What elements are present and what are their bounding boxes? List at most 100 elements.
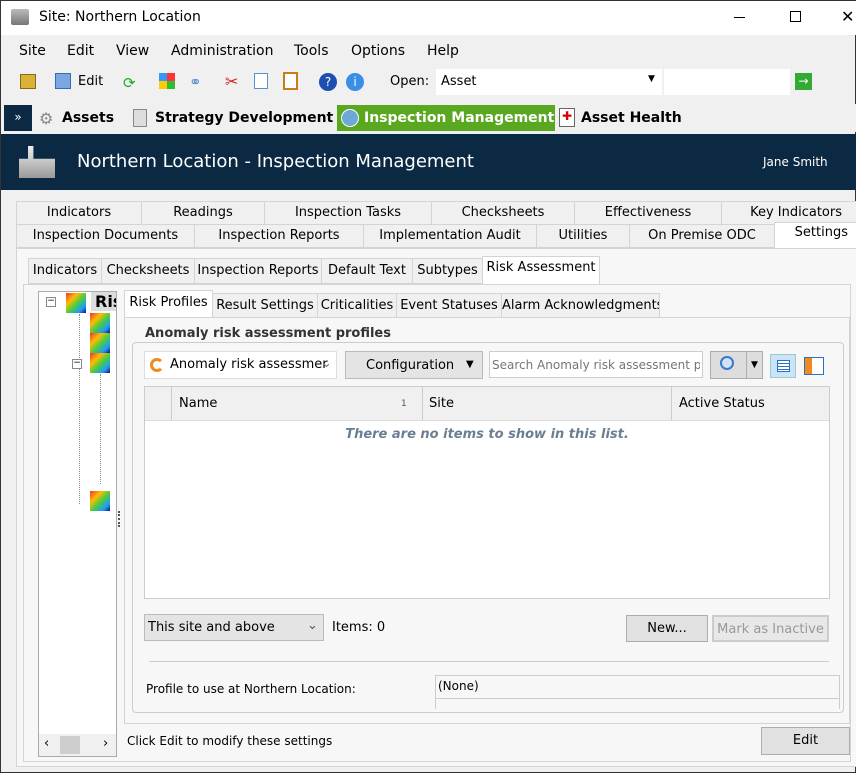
scroll-left-icon[interactable]: ‹: [44, 736, 49, 751]
tab-event-statuses[interactable]: Event Statuses: [396, 293, 502, 318]
mark-inactive-button[interactable]: Mark as Inactive: [712, 615, 829, 642]
scroll-thumb[interactable]: [60, 736, 80, 754]
tab-inspection-documents[interactable]: Inspection Documents: [16, 224, 195, 248]
tab-result-settings[interactable]: Result Settings: [212, 293, 318, 318]
profile-type-select[interactable]: Anomaly risk assessmer ⌄: [144, 351, 337, 379]
tab-risk-profiles[interactable]: Risk Profiles: [124, 290, 213, 318]
module-assets[interactable]: Assets: [62, 110, 114, 126]
paste-icon[interactable]: [283, 72, 298, 90]
detail-view-icon[interactable]: [804, 357, 824, 375]
status-text: Click Edit to modify these settings: [127, 734, 333, 748]
column-name[interactable]: Name: [179, 396, 217, 411]
tree-node-icon[interactable]: [90, 313, 110, 333]
menu-view[interactable]: View: [116, 43, 149, 59]
subtab-checksheets[interactable]: Checksheets: [101, 258, 195, 284]
cut-icon[interactable]: ✂: [225, 72, 238, 91]
column-active-status[interactable]: Active Status: [679, 396, 765, 411]
tab-implementation-audit[interactable]: Implementation Audit: [363, 224, 537, 248]
tab-criticalities[interactable]: Criticalities: [317, 293, 397, 318]
go-arrow-icon[interactable]: →: [795, 73, 812, 90]
module-inspection-management[interactable]: Inspection Management: [337, 105, 555, 131]
group-title: Anomaly risk assessment profiles: [142, 326, 394, 341]
scope-select[interactable]: This site and above ⌄: [144, 614, 324, 641]
subtab-inspection-reports[interactable]: Inspection Reports: [194, 258, 322, 284]
gears-icon: ⚙: [39, 109, 54, 128]
chevron-down-icon: ⌄: [321, 356, 332, 371]
subtab-indicators[interactable]: Indicators: [28, 258, 102, 284]
tree-lines: [79, 314, 80, 504]
tab-settings[interactable]: Settings: [774, 222, 856, 249]
help-icon[interactable]: ?: [319, 73, 337, 91]
link-icon[interactable]: ⚭: [189, 73, 202, 91]
row-selector-header: [171, 387, 172, 421]
risk-profile-icon: [150, 358, 164, 372]
tab-effectiveness[interactable]: Effectiveness: [574, 201, 722, 225]
tree-node-icon[interactable]: [90, 353, 110, 373]
separator: [149, 661, 829, 662]
tab-inspection-reports[interactable]: Inspection Reports: [194, 224, 364, 248]
tab-on-premise-odc[interactable]: On Premise ODC: [629, 224, 775, 248]
edit-icon[interactable]: [55, 73, 71, 89]
collapse-icon[interactable]: −: [46, 297, 56, 307]
menu-administration[interactable]: Administration: [171, 43, 273, 59]
tree-root[interactable]: Ris: [91, 292, 116, 311]
tab-utilities[interactable]: Utilities: [536, 224, 630, 248]
windows-icon[interactable]: [159, 73, 175, 89]
subtab-subtypes[interactable]: Subtypes: [412, 258, 483, 284]
open-folder-icon[interactable]: [20, 74, 36, 89]
menu-bar: Site Edit View Administration Tools Opti…: [1, 39, 856, 63]
maximize-button[interactable]: [790, 11, 801, 22]
expand-chevron-icon[interactable]: »: [4, 105, 32, 131]
column-divider: [422, 387, 423, 421]
tree-node-icon[interactable]: [90, 491, 110, 511]
factory-icon: [19, 146, 55, 178]
tree-node-icon[interactable]: [90, 333, 110, 353]
close-button[interactable]: ✕: [841, 7, 854, 26]
search-options-button[interactable]: ▼: [746, 351, 763, 379]
dropdown-arrow-icon: ▼: [466, 359, 474, 370]
edit-button[interactable]: Edit: [78, 74, 103, 89]
menu-help[interactable]: Help: [427, 43, 459, 59]
configuration-label: Configuration: [366, 358, 455, 373]
tree-lines: [100, 374, 101, 484]
module-strategy-development[interactable]: Strategy Development: [155, 110, 333, 126]
menu-tools[interactable]: Tools: [294, 43, 329, 59]
new-button[interactable]: New...: [626, 615, 708, 642]
menu-options[interactable]: Options: [351, 43, 405, 59]
copy-icon[interactable]: [254, 73, 268, 89]
configuration-button[interactable]: Configuration ▼: [345, 351, 483, 379]
minimize-button[interactable]: [734, 17, 745, 18]
sort-indicator: 1: [401, 399, 407, 409]
toolbar: Edit ⟳ ⚭ ✂ ? i Open: Asset ▼ →: [1, 67, 856, 97]
tab-readings[interactable]: Readings: [141, 201, 265, 225]
column-site[interactable]: Site: [429, 396, 454, 411]
user-name[interactable]: Jane Smith: [763, 155, 828, 169]
window-title: Site: Northern Location: [39, 9, 201, 25]
menu-edit[interactable]: Edit: [67, 43, 94, 59]
info-icon[interactable]: i: [346, 73, 364, 91]
menu-site[interactable]: Site: [19, 43, 46, 59]
column-divider: [671, 387, 672, 421]
open-type-select[interactable]: Asset ▼: [436, 69, 662, 95]
open-input[interactable]: [664, 69, 790, 95]
profile-field[interactable]: (None): [435, 675, 840, 709]
subtab-default-text[interactable]: Default Text: [321, 258, 413, 284]
module-asset-health[interactable]: Asset Health: [581, 110, 682, 126]
collapse-icon[interactable]: −: [72, 359, 82, 369]
page-title: Northern Location - Inspection Managemen…: [77, 151, 474, 172]
subtab-risk-assessment[interactable]: Risk Assessment: [482, 256, 600, 285]
tab-checksheets[interactable]: Checksheets: [431, 201, 575, 225]
tab-alarm-acknowledgments[interactable]: Alarm Acknowledgments: [501, 293, 660, 318]
dropdown-arrow-icon: ▼: [648, 74, 655, 84]
horizontal-scrollbar[interactable]: ‹ ›: [39, 734, 116, 756]
refresh-icon[interactable]: ⟳: [123, 74, 136, 92]
scroll-right-icon[interactable]: ›: [103, 736, 108, 751]
list-view-icon[interactable]: [770, 354, 796, 378]
search-input[interactable]: [489, 351, 703, 378]
tab-inspection-tasks[interactable]: Inspection Tasks: [264, 201, 432, 225]
edit-settings-button[interactable]: Edit: [761, 727, 850, 755]
tab-indicators[interactable]: Indicators: [16, 201, 142, 225]
splitter-handle[interactable]: [118, 511, 121, 527]
page-header: Northern Location - Inspection Managemen…: [1, 134, 856, 190]
search-button[interactable]: [710, 351, 747, 379]
